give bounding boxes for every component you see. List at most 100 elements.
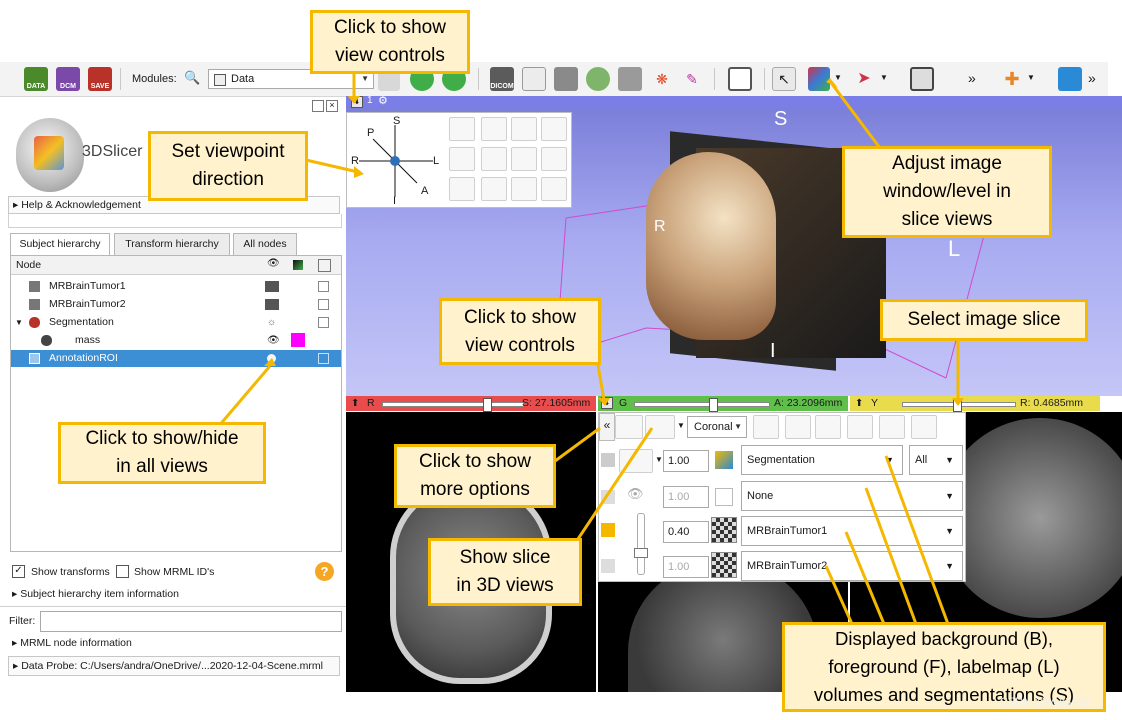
tree-row-mrbraintumor1[interactable]: MRBrainTumor1 bbox=[11, 278, 341, 295]
viewpoint-s-label[interactable]: S bbox=[393, 115, 400, 127]
chevron-down-icon[interactable]: ▼ bbox=[677, 421, 685, 430]
place-fiducial-button[interactable]: ➤ bbox=[852, 67, 876, 91]
tab-all-nodes[interactable]: All nodes bbox=[233, 233, 297, 255]
transforms-module-button[interactable] bbox=[618, 67, 642, 91]
crosshair-button[interactable]: ✚ bbox=[1000, 67, 1024, 91]
pin-icon[interactable]: ⬆ bbox=[855, 396, 863, 411]
search-icon[interactable]: 🔍 bbox=[184, 70, 200, 86]
chevron-down-icon[interactable]: ▼ bbox=[834, 73, 842, 82]
outline-fill-icon[interactable] bbox=[619, 449, 653, 473]
center-view-icon[interactable] bbox=[481, 117, 507, 141]
cursor-mode-button[interactable]: ↖ bbox=[772, 67, 796, 91]
orientation-selector[interactable]: Coronal ▼ bbox=[687, 416, 747, 438]
labelmap-selector[interactable]: None ▼ bbox=[741, 481, 963, 511]
more-icon[interactable] bbox=[541, 177, 567, 201]
eye-icon[interactable] bbox=[645, 415, 675, 439]
foreground-selector[interactable]: MRBrainTumor1 ▼ bbox=[741, 516, 963, 546]
axes-icon[interactable] bbox=[911, 415, 937, 439]
toolbar-overflow-button[interactable]: » bbox=[968, 70, 976, 86]
link-icon[interactable]: ⚙ bbox=[378, 94, 388, 107]
tab-transform-hierarchy[interactable]: Transform hierarchy bbox=[114, 233, 230, 255]
undock-icon[interactable] bbox=[312, 100, 324, 112]
pin-icon[interactable]: ⬆ bbox=[351, 396, 359, 411]
viewpoint-i-label[interactable]: I bbox=[393, 195, 396, 207]
link-slices-icon[interactable] bbox=[615, 415, 643, 439]
dicom-module-button[interactable]: DICOM bbox=[490, 67, 514, 91]
visibility-toggle-icon[interactable]: ☼ bbox=[267, 314, 276, 331]
chevron-down-icon[interactable]: ▼ bbox=[880, 73, 888, 82]
subject-hierarchy-tree[interactable]: Node 👁 MRBrainTumor1 MRBrainTumor2 ▼ Seg… bbox=[10, 255, 342, 552]
foreground-opacity-spinbox[interactable]: 0.40 bbox=[663, 521, 709, 543]
show-transforms-checkbox[interactable]: ✓ bbox=[12, 565, 25, 578]
collapse-arrow-icon[interactable]: ▼ bbox=[15, 314, 23, 331]
eye-icon[interactable]: 👁 bbox=[627, 486, 644, 502]
markups-module-button[interactable]: ❋ bbox=[650, 67, 674, 91]
segment-filter-selector[interactable]: All ▼ bbox=[909, 445, 963, 475]
models-module-button[interactable] bbox=[586, 67, 610, 91]
background-opacity-spinbox[interactable]: 1.00 bbox=[663, 556, 709, 578]
interpolation-icon[interactable] bbox=[711, 517, 737, 543]
stereo-icon[interactable] bbox=[541, 147, 567, 171]
reformat-icon[interactable] bbox=[785, 415, 811, 439]
viewpoint-a-label[interactable]: A bbox=[421, 185, 428, 197]
pin-icon[interactable]: ⬇ bbox=[601, 397, 613, 409]
slider-handle[interactable] bbox=[483, 398, 492, 412]
help-icon[interactable]: ? bbox=[315, 562, 334, 581]
extensions-button[interactable] bbox=[1058, 67, 1082, 91]
zoom-in-icon[interactable] bbox=[449, 147, 475, 171]
spin-icon[interactable] bbox=[481, 147, 507, 171]
data-module-button[interactable] bbox=[522, 67, 546, 91]
cube-icon[interactable] bbox=[511, 117, 537, 141]
grid-icon[interactable] bbox=[715, 488, 733, 506]
window-level-button[interactable] bbox=[808, 67, 830, 91]
save-button[interactable]: SAVE bbox=[88, 67, 112, 91]
load-data-button[interactable]: DATA bbox=[24, 67, 48, 91]
screenshot-button[interactable] bbox=[910, 67, 934, 91]
red-slice-slider[interactable] bbox=[382, 398, 524, 412]
yellow-slice-slider[interactable] bbox=[902, 398, 1016, 412]
filter-input[interactable] bbox=[40, 611, 342, 632]
show-mrml-ids-checkbox[interactable] bbox=[116, 565, 129, 578]
zoom-out-icon[interactable] bbox=[449, 177, 475, 201]
volumes-module-button[interactable] bbox=[554, 67, 578, 91]
pitch-icon[interactable] bbox=[449, 117, 475, 141]
axes-icon[interactable] bbox=[511, 147, 537, 171]
data-probe-section[interactable]: ▸ Data Probe: C:/Users/andra/OneDrive/..… bbox=[8, 656, 340, 676]
layers-icon[interactable] bbox=[815, 415, 841, 439]
eye-icon[interactable] bbox=[511, 177, 537, 201]
segment-visibility-icon[interactable] bbox=[715, 451, 733, 469]
tree-row-mrbraintumor2[interactable]: MRBrainTumor2 bbox=[11, 296, 341, 313]
segment-color-swatch[interactable] bbox=[291, 333, 305, 347]
rock-icon[interactable] bbox=[481, 177, 507, 201]
tab-subject-hierarchy[interactable]: Subject hierarchy bbox=[10, 233, 110, 256]
interpolation-icon-bg[interactable] bbox=[711, 552, 737, 578]
chevron-down-icon[interactable]: ▼ bbox=[655, 455, 663, 464]
tree-row-annotationroi[interactable]: AnnotationROI bbox=[11, 350, 341, 367]
chevron-down-icon[interactable]: ▼ bbox=[1027, 73, 1035, 82]
viewpoint-l-label[interactable]: L bbox=[433, 155, 439, 167]
slider-handle[interactable] bbox=[953, 398, 962, 412]
segmentation-selector[interactable]: Segmentation ▼ bbox=[741, 445, 903, 475]
visibility-toggle-icon[interactable] bbox=[265, 299, 279, 310]
collapse-button[interactable]: « bbox=[599, 413, 615, 441]
lightbox-icon[interactable] bbox=[753, 415, 779, 439]
background-selector[interactable]: MRBrainTumor2 ▼ bbox=[741, 551, 963, 581]
viewpoint-p-label[interactable]: P bbox=[367, 127, 374, 139]
model-icon[interactable] bbox=[879, 415, 905, 439]
viewpoint-compass[interactable] bbox=[347, 113, 447, 209]
blend-slider[interactable] bbox=[634, 513, 648, 575]
pin-icon[interactable]: ⬇ bbox=[351, 96, 363, 108]
layout-button[interactable] bbox=[728, 67, 752, 91]
close-icon[interactable]: × bbox=[326, 100, 338, 112]
segmentation-opacity-spinbox[interactable]: 1.00 bbox=[663, 450, 709, 472]
segment-editor-button[interactable]: ✎ bbox=[680, 67, 704, 91]
green-slice-slider[interactable] bbox=[634, 398, 770, 412]
slider-handle[interactable] bbox=[634, 548, 648, 558]
toolbar-overflow-button-2[interactable]: » bbox=[1088, 70, 1096, 86]
tree-row-mass[interactable]: mass 👁 bbox=[11, 332, 341, 349]
tree-row-segmentation[interactable]: ▼ Segmentation ☼ bbox=[11, 314, 341, 331]
labelmap-opacity-spinbox[interactable]: 1.00 bbox=[663, 486, 709, 508]
slider-handle[interactable] bbox=[709, 398, 718, 412]
visibility-toggle-icon[interactable] bbox=[267, 354, 276, 363]
mrml-node-info-section[interactable]: ▸ MRML node information bbox=[8, 635, 340, 651]
